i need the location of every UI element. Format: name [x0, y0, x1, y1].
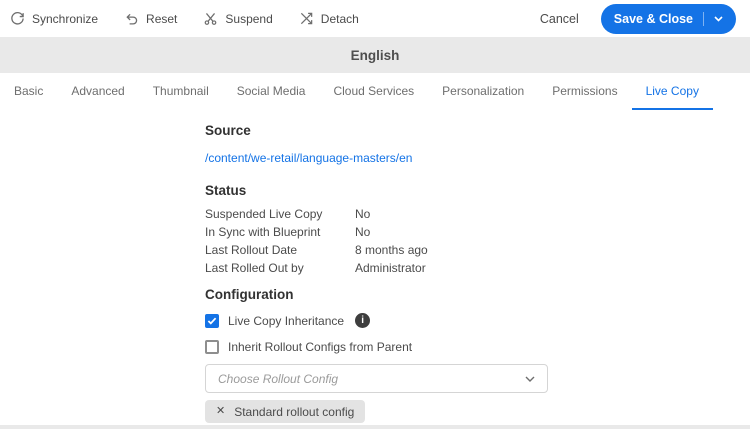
- tab-permissions[interactable]: Permissions: [538, 73, 631, 110]
- status-label: Last Rollout Date: [205, 243, 298, 257]
- tab-cloud-services[interactable]: Cloud Services: [319, 73, 428, 110]
- status-value: Administrator: [355, 261, 426, 275]
- reset-button[interactable]: Reset: [124, 11, 177, 26]
- save-close-button[interactable]: Save & Close: [600, 3, 736, 34]
- save-button-divider: [703, 11, 704, 26]
- detach-button[interactable]: Detach: [299, 11, 359, 26]
- tab-basic[interactable]: Basic: [0, 73, 57, 110]
- status-value: No: [355, 207, 371, 221]
- info-icon[interactable]: i: [355, 313, 371, 328]
- rollout-config-select[interactable]: Choose Rollout Config: [205, 364, 548, 393]
- source-path-link[interactable]: /content/we-retail/language-masters/en: [205, 151, 750, 165]
- status-label: In Sync with Blueprint: [205, 225, 321, 239]
- status-label: Suspended Live Copy: [205, 207, 323, 221]
- status-row: Suspended Live Copy No: [205, 207, 750, 221]
- cancel-button[interactable]: Cancel: [540, 12, 579, 26]
- synchronize-label: Synchronize: [32, 11, 99, 26]
- tab-social-media[interactable]: Social Media: [223, 73, 320, 110]
- live-copy-inheritance-checkbox[interactable]: [205, 313, 219, 328]
- status-row: Last Rollout Date 8 months ago: [205, 243, 750, 257]
- live-copy-inheritance-row: Live Copy Inheritance i: [205, 313, 750, 328]
- synchronize-button[interactable]: Synchronize: [10, 11, 98, 26]
- chevron-down-icon[interactable]: [714, 15, 723, 22]
- inherit-rollout-configs-row: Inherit Rollout Configs from Parent: [205, 340, 750, 354]
- tab-live-copy[interactable]: Live Copy: [631, 73, 713, 110]
- tab-personalization[interactable]: Personalization: [428, 73, 538, 110]
- rollout-config-tag: ✕ Standard rollout config: [205, 400, 366, 423]
- toolbar-right-group: Cancel Save & Close: [540, 3, 736, 34]
- remove-tag-icon[interactable]: ✕: [216, 406, 225, 417]
- suspend-icon: [203, 11, 218, 26]
- page-title: English: [350, 47, 400, 63]
- reset-icon: [124, 11, 139, 26]
- inherit-rollout-configs-label: Inherit Rollout Configs from Parent: [228, 340, 413, 354]
- action-toolbar: Synchronize Reset Suspend Detach Cancel …: [0, 0, 750, 37]
- suspend-label: Suspend: [225, 11, 273, 26]
- status-heading: Status: [205, 183, 247, 198]
- rollout-config-placeholder: Choose Rollout Config: [218, 371, 339, 386]
- detach-label: Detach: [320, 11, 359, 26]
- status-row: In Sync with Blueprint No: [205, 225, 750, 239]
- tab-thumbnail[interactable]: Thumbnail: [139, 73, 223, 110]
- reset-label: Reset: [146, 11, 178, 26]
- source-heading: Source: [205, 123, 251, 138]
- live-copy-inheritance-label: Live Copy Inheritance: [228, 313, 345, 328]
- status-value: No: [355, 225, 371, 239]
- detach-icon: [299, 11, 314, 26]
- save-close-label: Save & Close: [613, 11, 693, 26]
- tab-advanced[interactable]: Advanced: [57, 73, 138, 110]
- bottom-edge-divider: [0, 425, 750, 429]
- live-copy-panel: Source /content/we-retail/language-maste…: [0, 110, 750, 423]
- status-row: Last Rolled Out by Administrator: [205, 261, 750, 275]
- status-value: 8 months ago: [355, 243, 428, 257]
- status-label: Last Rolled Out by: [205, 261, 304, 275]
- chevron-down-icon: [525, 376, 535, 382]
- inherit-rollout-configs-checkbox[interactable]: [205, 340, 219, 354]
- configuration-heading: Configuration: [205, 287, 294, 302]
- page-header: English: [0, 37, 750, 73]
- tag-label: Standard rollout config: [234, 404, 355, 419]
- tab-bar: Basic Advanced Thumbnail Social Media Cl…: [0, 73, 750, 110]
- suspend-button[interactable]: Suspend: [203, 11, 273, 26]
- synchronize-icon: [10, 11, 25, 26]
